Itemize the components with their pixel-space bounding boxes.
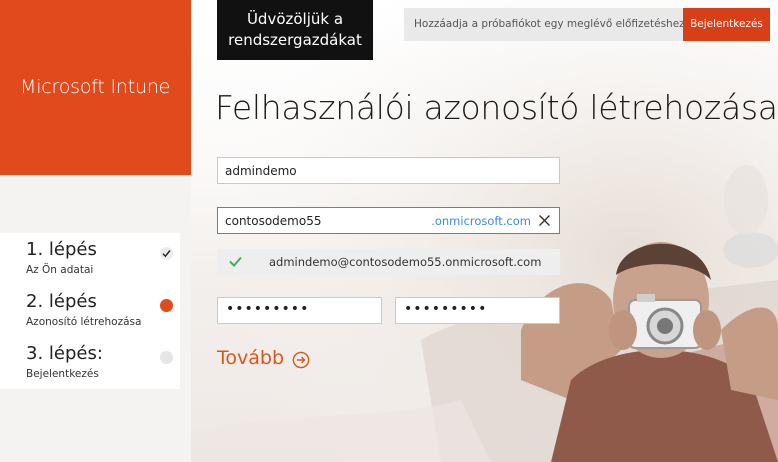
step-3: 3. lépés: Bejelentkezés (0, 337, 180, 389)
next-button[interactable]: Tovább (217, 347, 310, 373)
signin-button[interactable]: Bejelentkezés (683, 8, 770, 41)
step-subtitle: Az Ön adatai (26, 264, 94, 276)
checkmark-icon (229, 256, 242, 267)
page-title: Felhasználói azonosító létrehozása (215, 88, 778, 127)
step-title: 3. lépés: (26, 343, 103, 364)
domain-input[interactable]: contosodemo55 .onmicrosoft.com (217, 207, 560, 234)
welcome-line-1: Üdvözöljük a (246, 10, 344, 28)
username-input[interactable]: admindemo (217, 157, 560, 184)
main-content: Üdvözöljük a rendszergazdákat Hozzáadja … (191, 0, 778, 462)
domain-suffix: .onmicrosoft.com (431, 214, 531, 228)
next-label: Tovább (217, 347, 285, 369)
existing-subscription-bar: Hozzáadja a próbafiókot egy meglévő előf… (404, 8, 770, 41)
confirm-password-value: ••••••••• (404, 301, 488, 317)
check-icon (160, 247, 173, 260)
existing-subscription-prompt: Hozzáadja a próbafiókot egy meglévő előf… (414, 18, 691, 30)
brand-panel: Microsoft Intune (0, 0, 191, 175)
confirm-password-input[interactable]: ••••••••• (395, 297, 560, 324)
availability-status: admindemo@contosodemo55.onmicrosoft.com (217, 249, 560, 275)
password-value: ••••••••• (226, 301, 310, 317)
pending-dot-icon (160, 351, 173, 364)
domain-value: contosodemo55 (225, 214, 322, 228)
active-dot-icon (160, 299, 173, 312)
step-1: 1. lépés Az Ön adatai (0, 233, 180, 285)
password-input[interactable]: ••••••••• (217, 297, 382, 324)
step-subtitle: Bejelentkezés (26, 368, 99, 380)
welcome-box: Üdvözöljük a rendszergazdákat (217, 0, 373, 60)
step-title: 1. lépés (26, 239, 97, 260)
arrow-circle-right-icon (292, 351, 310, 369)
username-value: admindemo (225, 164, 297, 178)
step-subtitle: Azonosító létrehozása (26, 316, 142, 328)
step-2: 2. lépés Azonosító létrehozása (0, 285, 180, 337)
clear-icon[interactable] (538, 214, 551, 227)
welcome-line-2: rendszergazdákat (228, 31, 362, 49)
steps-sidebar: 1. lépés Az Ön adatai 2. lépés Azonosító… (0, 175, 191, 462)
step-title: 2. lépés (26, 291, 97, 312)
availability-text: admindemo@contosodemo55.onmicrosoft.com (269, 255, 542, 269)
brand-name: Microsoft Intune (20, 76, 171, 98)
